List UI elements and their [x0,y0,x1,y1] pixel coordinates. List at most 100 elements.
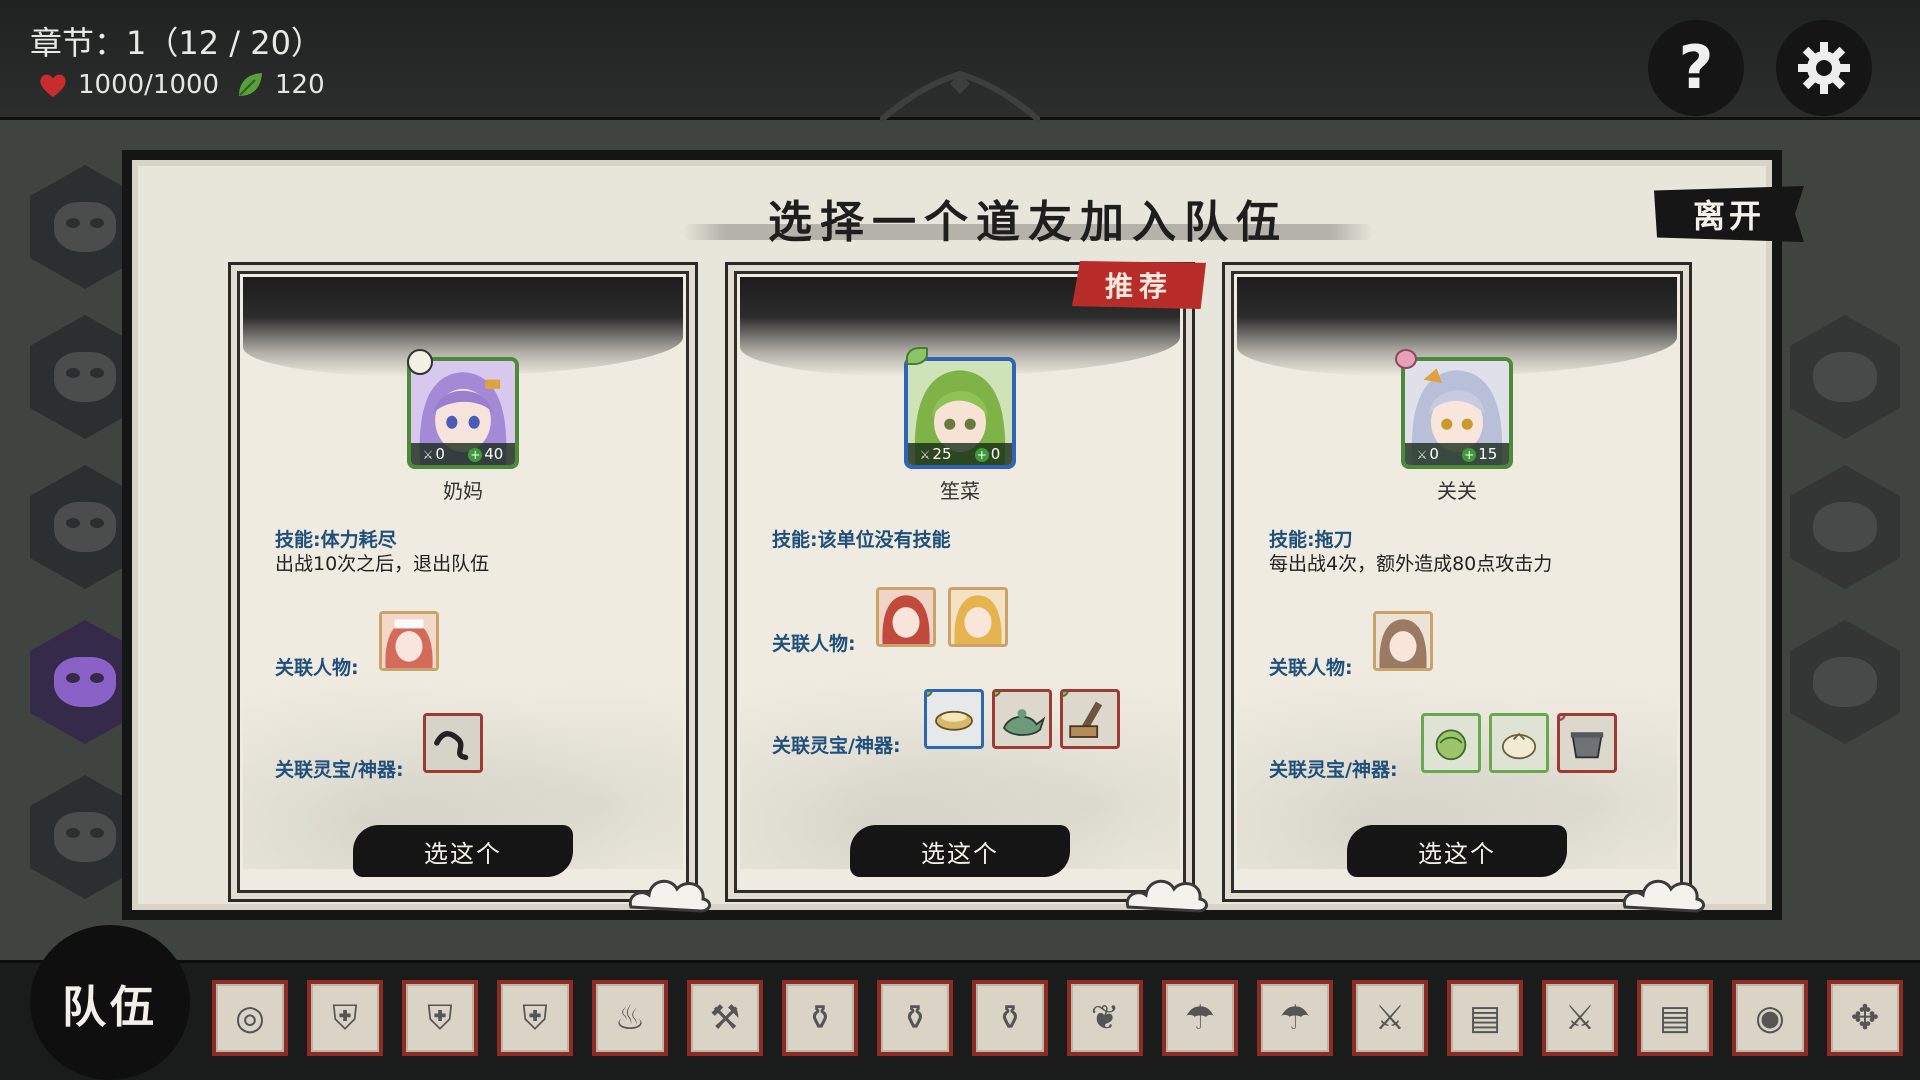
inventory-slot[interactable]: ⚒ [687,980,763,1056]
fish-icon: ❦ [1071,984,1139,1052]
related-people-label: 关联人物: [772,633,856,655]
inventory-slot[interactable]: ⛨ [307,980,383,1056]
hp-value: 1000/1000 [78,70,220,100]
enemy-icon [54,502,116,552]
armor-icon: ⛨ [501,984,569,1052]
inventory-slot[interactable]: ⛨ [402,980,478,1056]
inventory-slot[interactable]: ⚱ [782,980,858,1056]
inventory-slot[interactable]: ♨ [592,980,668,1056]
staff-icon: ✥ [1831,984,1899,1052]
inventory-slot[interactable]: ☂ [1257,980,1333,1056]
bowl-icon [935,710,973,731]
top-bar: 章节：1（12 / 20） 1000/1000 120 ? [0,0,1920,124]
inventory-slot[interactable]: ⛨ [497,980,573,1056]
skill-title: 技能:该单位没有技能 [772,529,951,551]
choose-button[interactable]: 选这个 [850,825,1070,877]
companion-portrait: 25 0 [904,357,1016,469]
heal-value: 15 [1462,445,1497,463]
related-character-avatar[interactable] [379,611,439,671]
related-artifact[interactable] [924,689,984,749]
inventory-slot[interactable]: ⚔ [1352,980,1428,1056]
pot-icon: ⚱ [881,984,949,1052]
pot-icon: ⚱ [786,984,854,1052]
inventory-slot[interactable]: ☂ [1162,980,1238,1056]
question-icon: ? [1678,33,1714,103]
help-button[interactable]: ? [1648,20,1744,116]
team-button[interactable]: 队伍 [30,925,190,1080]
skill-title: 技能:拖刀 [1269,529,1353,551]
cauldron-icon: ⚱ [976,984,1044,1052]
spirit-value: 120 [275,70,325,100]
companion-portrait: 0 15 [1401,357,1513,469]
unit-stats: 0 15 [1405,443,1509,465]
related-artifact[interactable] [992,689,1052,749]
related-artifact[interactable] [1489,713,1549,773]
inventory-slot[interactable]: ⚱ [972,980,1048,1056]
inventory-slot[interactable]: ⚔ [1542,980,1618,1056]
settings-button[interactable] [1776,20,1872,116]
unit-stats: 25 0 [908,443,1012,465]
enemy-icon [54,202,116,252]
related-artifact[interactable] [1557,713,1617,773]
inventory-slot[interactable]: ✥ [1827,980,1903,1056]
related-artifacts-label: 关联灵宝/神器: [275,759,404,781]
related-artifact[interactable] [423,713,483,773]
hp-stat: 1000/1000 [38,70,219,100]
ring-icon: ◎ [216,984,284,1052]
bowl-icon: ◉ [1736,984,1804,1052]
character-name: 奶妈 [443,479,483,503]
inventory-bar [0,960,1920,1080]
hammer-icon: ⚒ [691,984,759,1052]
enemy-icon [54,657,116,707]
dialog-title: 选择一个道友加入队伍 [768,197,1288,248]
choose-button[interactable]: 选这个 [1347,825,1567,877]
attack-value: 0 [423,445,445,463]
recommended-tag: 推荐 [1072,261,1206,309]
map-node[interactable] [1790,465,1900,589]
related-artifact[interactable] [1060,689,1120,749]
inventory-slot[interactable]: ◉ [1732,980,1808,1056]
skill-description: 每出战4次，额外造成80点攻击力 [1269,553,1553,575]
map-node[interactable] [1790,315,1900,439]
skill-description: 出战10次之后，退出队伍 [275,553,490,575]
lamp-icon [1002,709,1046,736]
inventory-slot[interactable]: ⚱ [877,980,953,1056]
related-artifacts-label: 关联灵宝/神器: [772,735,901,757]
dagger-icon: ⚔ [1356,984,1424,1052]
cloud-ornament [1622,879,1705,913]
event-icon [1813,657,1877,707]
chapter-progress: 章节：1（12 / 20） [30,24,323,62]
character-face [951,590,1005,644]
related-artifact[interactable] [1421,713,1481,773]
event-icon [1813,352,1877,402]
scroll-icon: ▤ [1451,984,1519,1052]
umbrella-icon: ☂ [1166,984,1234,1052]
blade-icon: ⚔ [1546,984,1614,1052]
related-character-avatar[interactable] [948,587,1008,647]
inventory-slot[interactable]: ❦ [1067,980,1143,1056]
unit-stats: 0 40 [411,443,515,465]
character-face [879,590,933,644]
related-character-avatar[interactable] [1373,611,1433,671]
related-character-avatar[interactable] [876,587,936,647]
inventory-slot[interactable]: ▤ [1447,980,1523,1056]
map-node[interactable] [1790,620,1900,744]
character-face [382,614,436,668]
leave-button[interactable]: 离开 [1654,186,1804,242]
cloud-ornament [1125,879,1208,913]
faction-badge-icon [407,349,433,375]
cauldron-icon [1570,732,1604,759]
character-face [1376,614,1430,668]
related-artifacts-label: 关联灵宝/神器: [1269,759,1398,781]
bun-icon [1501,732,1537,760]
enemy-icon [54,812,116,862]
cloud-ornament [628,879,711,913]
inventory-slot[interactable]: ◎ [212,980,288,1056]
inventory-slot[interactable]: ▤ [1637,980,1713,1056]
companion-card-2: 推荐 25 0 笙菜 技能:该单位没有技能 关联人物: 关联灵宝/神器: 选这个 [725,261,1208,913]
companion-card-3: 0 15 关关 技能:拖刀 每出战4次，额外造成80点攻击力 关联人物: 关联灵… [1222,262,1705,913]
lamp-icon: ♨ [596,984,664,1052]
heal-value: 0 [975,445,1001,463]
choose-button[interactable]: 选这个 [353,825,573,877]
gear-icon [1798,42,1850,94]
